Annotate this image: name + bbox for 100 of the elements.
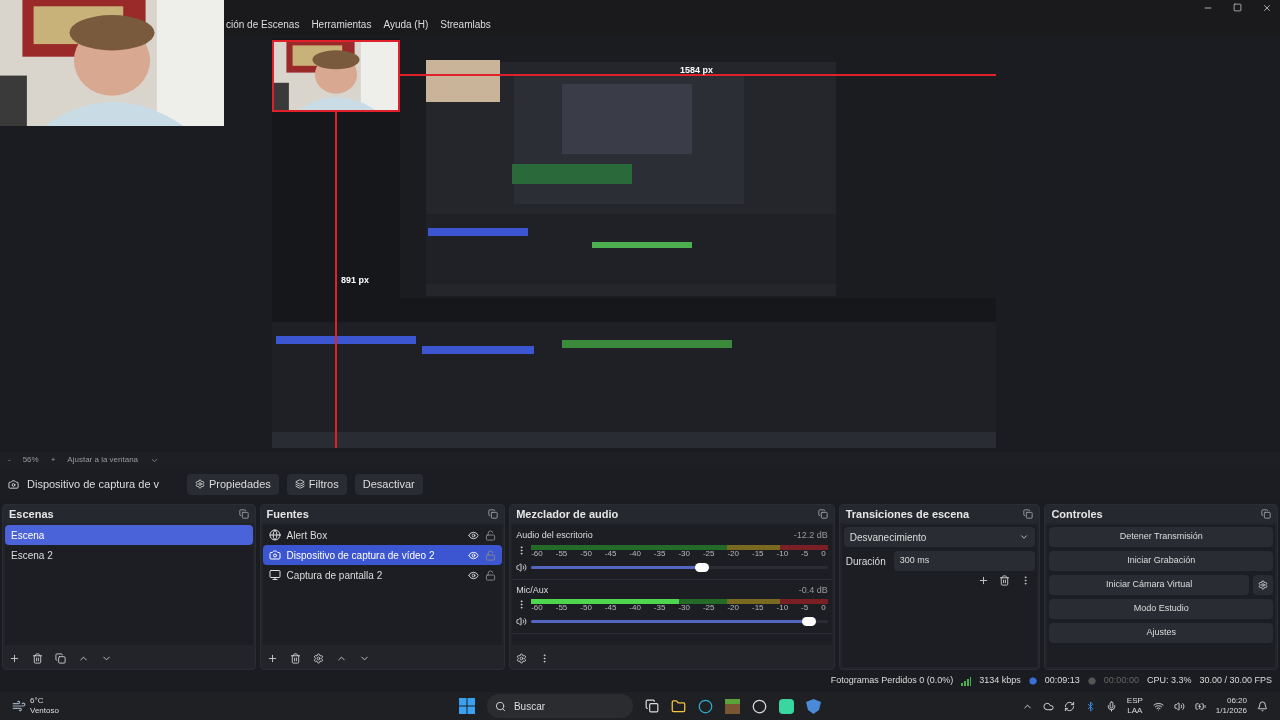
scale-label: -35	[653, 604, 666, 612]
microphone-icon[interactable]	[1105, 700, 1117, 712]
scale-label: -20	[727, 604, 739, 612]
duration-label: Duración	[844, 554, 886, 569]
cloud-icon[interactable]	[1042, 700, 1054, 712]
settings-icon[interactable]	[516, 652, 528, 664]
source-item[interactable]: Alert Box	[262, 525, 503, 545]
menu-item[interactable]: Ayuda (H)	[383, 17, 429, 32]
folder-icon[interactable]	[670, 698, 686, 714]
battery-icon[interactable]	[1194, 700, 1206, 712]
scale-label: -60	[531, 604, 543, 612]
speaker-icon[interactable]	[516, 561, 528, 573]
scene-item[interactable]: Escena 2	[5, 545, 253, 565]
trash-icon[interactable]	[289, 652, 301, 664]
zoom-out[interactable]: -	[8, 454, 11, 466]
toolbar-button[interactable]: Desactivar	[354, 473, 423, 495]
trash-icon[interactable]	[999, 575, 1011, 586]
weather-icon	[12, 699, 26, 713]
panel-title: Mezclador de audio	[516, 506, 619, 522]
duration-field[interactable]: 300 ms	[893, 551, 1036, 571]
stream-time: 00:09:13	[1044, 674, 1080, 688]
selected-source: Dispositivo de captura de v	[27, 476, 161, 492]
volume-slider[interactable]	[531, 565, 828, 569]
unlock-icon[interactable]	[485, 529, 497, 541]
scale-label: -45	[604, 604, 617, 612]
control-button[interactable]: Ajustes	[1049, 623, 1273, 643]
undock-icon[interactable]	[238, 509, 249, 519]
notification-icon[interactable]	[1257, 700, 1268, 712]
slider-thumb[interactable]	[695, 562, 710, 572]
settings-icon[interactable]	[312, 652, 324, 664]
zoom-in[interactable]: +	[50, 454, 56, 466]
undock-icon[interactable]	[1261, 509, 1271, 519]
undock-icon[interactable]	[488, 509, 499, 519]
menu-item[interactable]: Herramientas	[311, 17, 372, 32]
add-icon[interactable]	[9, 652, 20, 664]
app-icon[interactable]	[778, 698, 794, 714]
scale-label: 0	[821, 604, 826, 612]
eye-icon[interactable]	[468, 549, 480, 561]
undock-icon[interactable]	[817, 509, 828, 519]
windows-icon[interactable]	[458, 698, 475, 714]
volume-icon[interactable]	[1173, 700, 1185, 712]
monitor-icon	[268, 569, 281, 581]
speaker-icon[interactable]	[516, 616, 528, 627]
camera-icon	[268, 549, 281, 561]
settings-button[interactable]	[1253, 575, 1273, 595]
menu-item[interactable]: ción de Escenas	[226, 17, 300, 32]
trash-icon[interactable]	[32, 652, 43, 664]
transition-select[interactable]: Desvanecimiento	[843, 527, 1036, 547]
search-field[interactable]: Buscar	[486, 694, 633, 718]
source-item[interactable]: Dispositivo de captura de vídeo 2	[262, 545, 503, 565]
panel-title: Fuentes	[266, 506, 309, 522]
add-icon[interactable]	[978, 575, 990, 586]
eye-icon[interactable]	[468, 529, 480, 541]
fit-option[interactable]: Ajustar a la ventana	[67, 454, 139, 466]
language: ESP	[1126, 696, 1143, 706]
scale-label: -45	[604, 549, 617, 558]
control-button[interactable]: Iniciar Cámara Virtual	[1049, 575, 1249, 595]
scale-label: -25	[702, 604, 715, 612]
zoom-level: 56%	[22, 454, 39, 466]
control-button[interactable]: Detener Transmisión	[1049, 527, 1273, 547]
toolbar-button[interactable]: Filtros	[286, 473, 347, 495]
source-item[interactable]: Captura de pantalla 2	[262, 565, 503, 585]
task-view-icon[interactable]	[644, 699, 659, 713]
control-button[interactable]: Modo Estudio	[1049, 599, 1273, 619]
gear-icon	[195, 479, 205, 489]
caret-icon	[1019, 532, 1030, 542]
scale-label: -55	[555, 604, 568, 612]
scale-label: -15	[752, 549, 764, 558]
scale-label: -30	[678, 549, 690, 558]
add-icon[interactable]	[266, 652, 278, 664]
panel-title: Transiciones de escena	[845, 506, 970, 522]
clock-time: 06:20	[1226, 696, 1247, 706]
slider-thumb[interactable]	[801, 617, 816, 626]
scale-label: -50	[580, 604, 592, 612]
panel-title: Escenas	[9, 506, 54, 522]
scale-label: -10	[776, 549, 789, 558]
scale-label: -60	[531, 549, 543, 558]
close-icon[interactable]	[1262, 3, 1272, 13]
keyboard-layout: LAA	[1127, 706, 1143, 716]
sync-icon[interactable]	[1063, 700, 1075, 712]
control-button[interactable]: Iniciar Grabación	[1049, 551, 1273, 571]
scene-item[interactable]: Escena	[5, 525, 253, 545]
eye-icon[interactable]	[468, 569, 480, 581]
toolbar-button[interactable]: Propiedades	[187, 473, 279, 495]
unlock-icon[interactable]	[485, 569, 497, 581]
scale-label: -55	[555, 549, 568, 558]
temperature: 6°C	[30, 696, 45, 706]
maximize-icon[interactable]	[1233, 3, 1242, 12]
menu-item[interactable]: Streamlabs	[440, 17, 491, 32]
scale-label: -50	[580, 549, 592, 558]
scale-label: 0	[821, 549, 826, 558]
channel-reading: -0.4 dB	[798, 583, 828, 597]
shield-icon[interactable]	[805, 698, 821, 714]
undock-icon[interactable]	[1023, 509, 1034, 519]
record-icon	[1087, 677, 1096, 685]
weather-condition: Ventoso	[30, 706, 59, 716]
grass-block-icon[interactable]	[724, 698, 740, 714]
wifi-icon[interactable]	[1152, 700, 1164, 712]
bitrate: 3134 kbps	[979, 674, 1021, 688]
scale-label: -25	[702, 549, 715, 558]
